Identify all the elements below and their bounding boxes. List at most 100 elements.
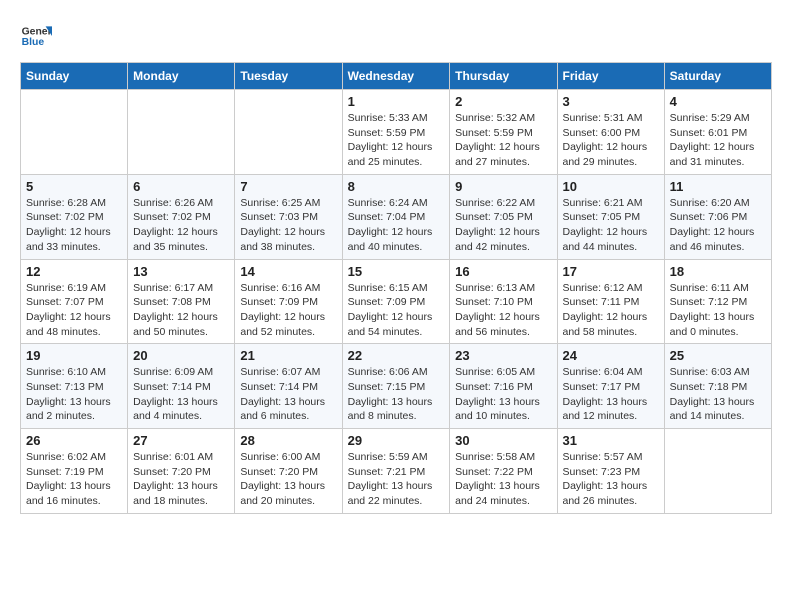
- calendar-cell: 29 Sunrise: 5:59 AM Sunset: 7:21 PM Dayli…: [342, 429, 450, 514]
- calendar-cell: 16 Sunrise: 6:13 AM Sunset: 7:10 PM Dayli…: [450, 259, 557, 344]
- day-info: Sunrise: 6:24 AM Sunset: 7:04 PM Dayligh…: [348, 196, 445, 255]
- day-number: 21: [240, 348, 336, 363]
- day-info: Sunrise: 6:09 AM Sunset: 7:14 PM Dayligh…: [133, 365, 229, 424]
- day-number: 15: [348, 264, 445, 279]
- week-row-1: 1 Sunrise: 5:33 AM Sunset: 5:59 PM Daylig…: [21, 90, 772, 175]
- calendar-cell: 1 Sunrise: 5:33 AM Sunset: 5:59 PM Daylig…: [342, 90, 450, 175]
- logo: General Blue: [20, 20, 52, 52]
- day-info: Sunrise: 6:01 AM Sunset: 7:20 PM Dayligh…: [133, 450, 229, 509]
- calendar-cell: 21 Sunrise: 6:07 AM Sunset: 7:14 PM Dayli…: [235, 344, 342, 429]
- day-number: 31: [563, 433, 659, 448]
- logo-icon: General Blue: [20, 20, 52, 52]
- day-info: Sunrise: 6:11 AM Sunset: 7:12 PM Dayligh…: [670, 281, 766, 340]
- day-number: 22: [348, 348, 445, 363]
- day-number: 2: [455, 94, 551, 109]
- calendar-cell: 6 Sunrise: 6:26 AM Sunset: 7:02 PM Daylig…: [128, 174, 235, 259]
- calendar-cell: [128, 90, 235, 175]
- day-info: Sunrise: 6:20 AM Sunset: 7:06 PM Dayligh…: [670, 196, 766, 255]
- day-number: 4: [670, 94, 766, 109]
- day-number: 10: [563, 179, 659, 194]
- calendar-cell: 19Sunrise: 6:10 AM Sunset: 7:13 PM Dayli…: [21, 344, 128, 429]
- day-info: Sunrise: 5:58 AM Sunset: 7:22 PM Dayligh…: [455, 450, 551, 509]
- day-number: 7: [240, 179, 336, 194]
- week-row-4: 19Sunrise: 6:10 AM Sunset: 7:13 PM Dayli…: [21, 344, 772, 429]
- calendar-table: SundayMondayTuesdayWednesdayThursdayFrid…: [20, 62, 772, 514]
- day-number: 20: [133, 348, 229, 363]
- calendar-cell: 20 Sunrise: 6:09 AM Sunset: 7:14 PM Dayli…: [128, 344, 235, 429]
- day-info: Sunrise: 6:07 AM Sunset: 7:14 PM Dayligh…: [240, 365, 336, 424]
- day-header-sunday: Sunday: [21, 63, 128, 90]
- calendar-cell: 17Sunrise: 6:12 AM Sunset: 7:11 PM Dayli…: [557, 259, 664, 344]
- calendar-cell: 15 Sunrise: 6:15 AM Sunset: 7:09 PM Dayli…: [342, 259, 450, 344]
- day-info: Sunrise: 5:57 AM Sunset: 7:23 PM Dayligh…: [563, 450, 659, 509]
- day-number: 24: [563, 348, 659, 363]
- day-info: Sunrise: 6:02 AM Sunset: 7:19 PM Dayligh…: [26, 450, 122, 509]
- day-number: 14: [240, 264, 336, 279]
- day-info: Sunrise: 6:03 AM Sunset: 7:18 PM Dayligh…: [670, 365, 766, 424]
- day-number: 11: [670, 179, 766, 194]
- day-number: 9: [455, 179, 551, 194]
- day-info: Sunrise: 6:15 AM Sunset: 7:09 PM Dayligh…: [348, 281, 445, 340]
- calendar-cell: 10 Sunrise: 6:21 AM Sunset: 7:05 PM Dayli…: [557, 174, 664, 259]
- day-number: 23: [455, 348, 551, 363]
- day-number: 5: [26, 179, 122, 194]
- calendar-cell: [21, 90, 128, 175]
- day-info: Sunrise: 6:17 AM Sunset: 7:08 PM Dayligh…: [133, 281, 229, 340]
- calendar-cell: [235, 90, 342, 175]
- calendar-cell: 5 Sunrise: 6:28 AM Sunset: 7:02 PM Daylig…: [21, 174, 128, 259]
- day-number: 3: [563, 94, 659, 109]
- calendar-cell: 7 Sunrise: 6:25 AM Sunset: 7:03 PM Daylig…: [235, 174, 342, 259]
- day-header-friday: Friday: [557, 63, 664, 90]
- day-info: Sunrise: 5:31 AM Sunset: 6:00 PM Dayligh…: [563, 111, 659, 170]
- day-info: Sunrise: 6:25 AM Sunset: 7:03 PM Dayligh…: [240, 196, 336, 255]
- day-number: 28: [240, 433, 336, 448]
- day-number: 13: [133, 264, 229, 279]
- day-number: 16: [455, 264, 551, 279]
- calendar-cell: 28 Sunrise: 6:00 AM Sunset: 7:20 PM Dayli…: [235, 429, 342, 514]
- calendar-cell: 11 Sunrise: 6:20 AM Sunset: 7:06 PM Dayli…: [664, 174, 771, 259]
- day-info: Sunrise: 6:04 AM Sunset: 7:17 PM Dayligh…: [563, 365, 659, 424]
- calendar-cell: 9 Sunrise: 6:22 AM Sunset: 7:05 PM Daylig…: [450, 174, 557, 259]
- day-info: Sunrise: 6:06 AM Sunset: 7:15 PM Dayligh…: [348, 365, 445, 424]
- day-info: Sunrise: 5:33 AM Sunset: 5:59 PM Dayligh…: [348, 111, 445, 170]
- week-row-5: 26 Sunrise: 6:02 AM Sunset: 7:19 PM Dayli…: [21, 429, 772, 514]
- week-row-3: 12Sunrise: 6:19 AM Sunset: 7:07 PM Dayli…: [21, 259, 772, 344]
- day-number: 6: [133, 179, 229, 194]
- calendar-cell: 2 Sunrise: 5:32 AM Sunset: 5:59 PM Daylig…: [450, 90, 557, 175]
- calendar-cell: 4 Sunrise: 5:29 AM Sunset: 6:01 PM Daylig…: [664, 90, 771, 175]
- calendar-cell: 24 Sunrise: 6:04 AM Sunset: 7:17 PM Dayli…: [557, 344, 664, 429]
- day-number: 1: [348, 94, 445, 109]
- header-row: SundayMondayTuesdayWednesdayThursdayFrid…: [21, 63, 772, 90]
- day-header-thursday: Thursday: [450, 63, 557, 90]
- day-info: Sunrise: 5:32 AM Sunset: 5:59 PM Dayligh…: [455, 111, 551, 170]
- day-header-wednesday: Wednesday: [342, 63, 450, 90]
- day-number: 8: [348, 179, 445, 194]
- day-number: 27: [133, 433, 229, 448]
- day-number: 26: [26, 433, 122, 448]
- calendar-cell: 14Sunrise: 6:16 AM Sunset: 7:09 PM Dayli…: [235, 259, 342, 344]
- calendar-cell: 22 Sunrise: 6:06 AM Sunset: 7:15 PM Dayli…: [342, 344, 450, 429]
- day-info: Sunrise: 6:05 AM Sunset: 7:16 PM Dayligh…: [455, 365, 551, 424]
- day-number: 25: [670, 348, 766, 363]
- day-info: Sunrise: 6:00 AM Sunset: 7:20 PM Dayligh…: [240, 450, 336, 509]
- day-info: Sunrise: 5:29 AM Sunset: 6:01 PM Dayligh…: [670, 111, 766, 170]
- calendar-cell: 18Sunrise: 6:11 AM Sunset: 7:12 PM Dayli…: [664, 259, 771, 344]
- day-info: Sunrise: 6:21 AM Sunset: 7:05 PM Dayligh…: [563, 196, 659, 255]
- day-info: Sunrise: 5:59 AM Sunset: 7:21 PM Dayligh…: [348, 450, 445, 509]
- calendar-cell: 26 Sunrise: 6:02 AM Sunset: 7:19 PM Dayli…: [21, 429, 128, 514]
- day-number: 29: [348, 433, 445, 448]
- day-info: Sunrise: 6:22 AM Sunset: 7:05 PM Dayligh…: [455, 196, 551, 255]
- day-header-saturday: Saturday: [664, 63, 771, 90]
- day-info: Sunrise: 6:10 AM Sunset: 7:13 PM Dayligh…: [26, 365, 122, 424]
- day-info: Sunrise: 6:28 AM Sunset: 7:02 PM Dayligh…: [26, 196, 122, 255]
- day-number: 30: [455, 433, 551, 448]
- svg-text:Blue: Blue: [22, 37, 45, 48]
- calendar-cell: 3 Sunrise: 5:31 AM Sunset: 6:00 PM Daylig…: [557, 90, 664, 175]
- day-info: Sunrise: 6:26 AM Sunset: 7:02 PM Dayligh…: [133, 196, 229, 255]
- calendar-cell: 8 Sunrise: 6:24 AM Sunset: 7:04 PM Daylig…: [342, 174, 450, 259]
- calendar-cell: 12Sunrise: 6:19 AM Sunset: 7:07 PM Dayli…: [21, 259, 128, 344]
- calendar-cell: 30 Sunrise: 5:58 AM Sunset: 7:22 PM Dayli…: [450, 429, 557, 514]
- day-info: Sunrise: 6:13 AM Sunset: 7:10 PM Dayligh…: [455, 281, 551, 340]
- day-number: 12: [26, 264, 122, 279]
- calendar-cell: 23 Sunrise: 6:05 AM Sunset: 7:16 PM Dayli…: [450, 344, 557, 429]
